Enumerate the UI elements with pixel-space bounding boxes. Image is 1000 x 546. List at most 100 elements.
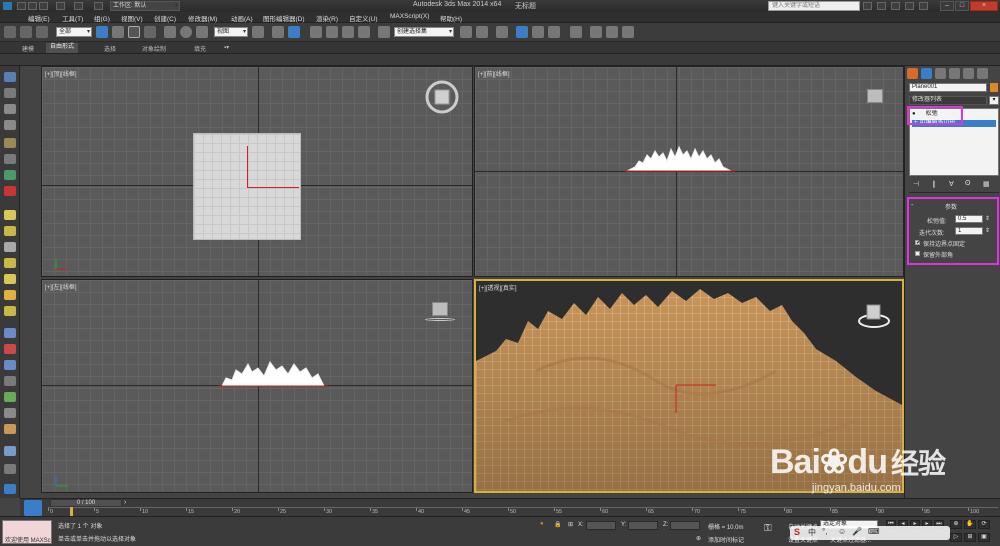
viewcube-front-icon[interactable] <box>867 89 883 103</box>
create-geometry-icon[interactable] <box>4 72 16 82</box>
material-editor-icon[interactable] <box>570 26 582 38</box>
lock-selection-icon[interactable]: 🔒 <box>554 521 561 528</box>
dynamics-icon[interactable] <box>4 344 16 354</box>
isolate-icon[interactable]: ● <box>540 521 544 527</box>
object-name-field[interactable]: Plane001 <box>909 83 987 92</box>
sphere-icon[interactable] <box>4 120 16 130</box>
ime-emoji-icon[interactable]: ☺ <box>838 527 846 536</box>
mini-listener-icon[interactable] <box>4 484 16 494</box>
project-folder-icon[interactable] <box>94 2 103 10</box>
menu-views[interactable]: 视图(V) <box>121 13 143 23</box>
app-logo-icon[interactable] <box>3 2 12 10</box>
add-time-tag-text[interactable]: 添加时间标记 <box>708 535 744 544</box>
terrain-front-view[interactable] <box>625 141 735 173</box>
sogou-logo-icon[interactable]: S <box>794 527 800 537</box>
snap-toggle-icon[interactable] <box>310 26 322 38</box>
named-selection-dropdown[interactable]: 创建选择集 <box>394 27 454 37</box>
menu-group[interactable]: 组(G) <box>94 13 110 23</box>
extended-primitive-icon[interactable] <box>4 464 16 474</box>
search-input[interactable]: 键入关键字或短语 <box>768 1 860 11</box>
hierarchy-tab-icon[interactable] <box>935 68 946 79</box>
favorites-icon[interactable] <box>905 2 914 10</box>
edit-named-selection-icon[interactable] <box>378 26 390 38</box>
spacewarp-icon[interactable] <box>4 186 16 196</box>
tab-modeling[interactable]: 建模 <box>22 44 34 53</box>
viewport-left-label[interactable]: [+][左][线框] <box>45 282 77 291</box>
particle-icon[interactable] <box>4 328 16 338</box>
undo-tool-icon[interactable] <box>4 26 16 38</box>
maximize-viewport-icon[interactable]: ▣ <box>978 533 990 542</box>
menu-help[interactable]: 帮助(H) <box>440 13 462 23</box>
object-color-swatch[interactable] <box>990 83 998 92</box>
modifier-list-arrow-icon[interactable]: ▾ <box>989 96 999 105</box>
move-icon[interactable] <box>164 26 176 38</box>
cone-icon[interactable] <box>4 226 16 236</box>
workspace-dropdown[interactable]: 工作区: 默认 <box>110 1 180 11</box>
time-tag-icon[interactable]: ⊕ <box>696 535 701 542</box>
pin-stack-icon[interactable]: ⊣ <box>913 180 919 188</box>
subscription-icon[interactable] <box>877 2 886 10</box>
fov-icon[interactable]: ▷ <box>950 533 962 542</box>
rect-selection-icon[interactable] <box>128 26 140 38</box>
utilities-tab-icon[interactable] <box>977 68 988 79</box>
create-tab-icon[interactable] <box>907 68 918 79</box>
close-button[interactable]: × <box>970 1 998 11</box>
absolute-mode-icon[interactable]: ⊞ <box>568 521 573 528</box>
bind-space-warp-icon[interactable] <box>36 26 48 38</box>
zoom-extents-icon[interactable]: ⊕ <box>950 520 962 529</box>
configure-modifier-icon[interactable]: ▦ <box>983 180 990 188</box>
selection-filter-dropdown[interactable]: 全部 <box>56 27 92 37</box>
minimize-button[interactable]: – <box>940 1 954 11</box>
plane-object-top[interactable] <box>193 133 301 240</box>
menu-maxscript[interactable]: MAXScript(X) <box>390 13 429 20</box>
viewcube-perspective-icon[interactable] <box>856 299 892 329</box>
undo-icon[interactable] <box>56 2 65 10</box>
graphite-toggle-icon[interactable] <box>516 26 528 38</box>
modifier-list-dropdown[interactable]: 修改器列表 <box>909 96 987 105</box>
viewport-left[interactable]: [+][左][线框] <box>41 279 473 493</box>
tab-freeform[interactable]: 自由形式 <box>46 43 79 53</box>
torus-icon[interactable] <box>4 258 16 268</box>
viewcube-top-icon[interactable] <box>424 79 460 115</box>
pan-view-icon[interactable]: ✋ <box>964 520 976 529</box>
light-icon[interactable] <box>4 138 16 148</box>
mirror-icon[interactable] <box>460 26 472 38</box>
pivot-center-icon[interactable] <box>252 26 264 38</box>
select-by-name-icon[interactable] <box>112 26 124 38</box>
ime-punct-icon[interactable]: °, <box>822 527 827 536</box>
compound-icon[interactable] <box>4 376 16 386</box>
menu-tools[interactable]: 工具(T) <box>62 13 83 23</box>
ime-mic-icon[interactable]: 🎤 <box>852 527 862 536</box>
door-icon[interactable] <box>4 424 16 434</box>
key-icon[interactable]: ⚿ <box>764 523 772 534</box>
foliage-icon[interactable] <box>4 392 16 402</box>
save-file-icon[interactable] <box>39 2 48 10</box>
help-icon[interactable] <box>919 2 928 10</box>
camera-icon[interactable] <box>4 154 16 164</box>
tab-populate[interactable]: 填充 <box>194 44 206 53</box>
ime-chinese-icon[interactable]: 中 <box>808 527 816 538</box>
render-production-icon[interactable] <box>622 26 634 38</box>
create-shape-icon[interactable] <box>4 88 16 98</box>
rendered-frame-icon[interactable] <box>606 26 618 38</box>
terrain-left-view[interactable] <box>218 354 328 388</box>
menu-animation[interactable]: 动画(A) <box>231 13 253 23</box>
plane-icon[interactable] <box>4 306 16 316</box>
align-icon[interactable] <box>476 26 488 38</box>
communication-icon[interactable] <box>891 2 900 10</box>
show-end-result-icon[interactable]: ❙ <box>931 180 937 188</box>
percent-snap-icon[interactable] <box>342 26 354 38</box>
ime-toolbar[interactable]: S 中 °, ☺ 🎤 ⌨ <box>790 526 950 540</box>
window-crossing-icon[interactable] <box>144 26 156 38</box>
rotate-icon[interactable] <box>180 26 192 38</box>
time-slider-next-icon[interactable]: › <box>124 499 126 506</box>
z-coord-field[interactable] <box>670 521 700 530</box>
new-file-icon[interactable] <box>17 2 26 10</box>
link-icon[interactable] <box>20 26 32 38</box>
tab-object-paint[interactable]: 对象绘制 <box>142 44 166 53</box>
water-icon[interactable] <box>4 360 16 370</box>
menu-graph-editors[interactable]: 图形编辑器(D) <box>263 13 305 23</box>
timeline-ruler[interactable]: 0 5 10 15 20 25 30 35 40 45 50 55 60 65 70 75 80 85 90 95 10… <box>48 507 998 516</box>
open-file-icon[interactable] <box>28 2 37 10</box>
orbit-icon[interactable]: ⟳ <box>978 520 990 529</box>
